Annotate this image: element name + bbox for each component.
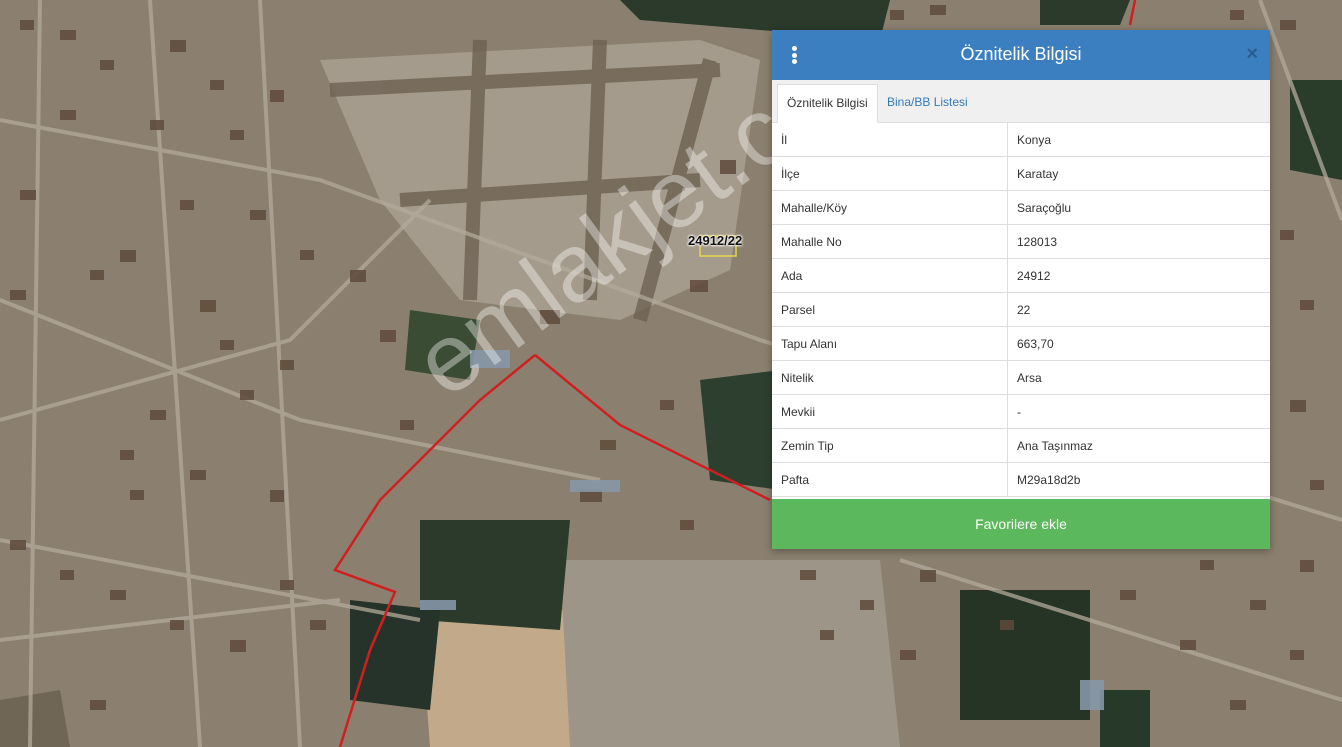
attribute-panel: Öznitelik Bilgisi × Öznitelik Bilgisi Bi…	[772, 30, 1270, 549]
attribute-key: Mahalle/Köy	[772, 190, 1008, 225]
table-row: Pafta M29a18d2b	[772, 462, 1270, 497]
table-row: Tapu Alanı 663,70	[772, 326, 1270, 361]
attribute-table: İl Konya İlçe Karatay Mahalle/Köy Saraçoğlu Ma…	[772, 123, 1270, 497]
attribute-value: 24912	[1007, 258, 1270, 293]
table-row: Mahalle/Köy Saraçoğlu	[772, 190, 1270, 225]
tab-bina-bb-listesi[interactable]: Bina/BB Listesi	[878, 84, 977, 121]
attribute-value: 663,70	[1007, 326, 1270, 361]
attribute-value: M29a18d2b	[1007, 462, 1270, 497]
attribute-value: Karatay	[1007, 156, 1270, 191]
attribute-key: İl	[772, 123, 1008, 157]
panel-tabs: Öznitelik Bilgisi Bina/BB Listesi	[772, 80, 1270, 123]
close-icon[interactable]: ×	[1246, 44, 1258, 64]
table-row: İlçe Karatay	[772, 156, 1270, 191]
attribute-key: İlçe	[772, 156, 1008, 191]
add-to-favorites-button[interactable]: Favorilere ekle	[772, 499, 1270, 549]
table-row: Zemin Tip Ana Taşınmaz	[772, 428, 1270, 463]
attribute-key: Parsel	[772, 292, 1008, 327]
table-row: Mevkii -	[772, 394, 1270, 429]
attribute-value: Ana Taşınmaz	[1007, 428, 1270, 463]
attribute-key: Nitelik	[772, 360, 1008, 395]
attribute-value: Saraçoğlu	[1007, 190, 1270, 225]
attribute-value: 128013	[1007, 224, 1270, 259]
tab-oznitelik-bilgisi[interactable]: Öznitelik Bilgisi	[777, 84, 878, 123]
table-row: Nitelik Arsa	[772, 360, 1270, 395]
table-row: Ada 24912	[772, 258, 1270, 293]
attribute-value: Arsa	[1007, 360, 1270, 395]
attribute-key: Pafta	[772, 462, 1008, 497]
panel-header: Öznitelik Bilgisi ×	[772, 30, 1270, 80]
attribute-key: Ada	[772, 258, 1008, 293]
attribute-value: Konya	[1007, 123, 1270, 157]
attribute-value: 22	[1007, 292, 1270, 327]
attribute-key: Zemin Tip	[772, 428, 1008, 463]
attribute-key: Mahalle No	[772, 224, 1008, 259]
table-row: İl Konya	[772, 123, 1270, 157]
table-row: Parsel 22	[772, 292, 1270, 327]
attribute-key: Mevkii	[772, 394, 1008, 429]
parcel-label[interactable]: 24912/22	[688, 233, 742, 248]
table-row: Mahalle No 128013	[772, 224, 1270, 259]
attribute-key: Tapu Alanı	[772, 326, 1008, 361]
attribute-value: -	[1007, 394, 1270, 429]
panel-title: Öznitelik Bilgisi	[960, 44, 1082, 64]
